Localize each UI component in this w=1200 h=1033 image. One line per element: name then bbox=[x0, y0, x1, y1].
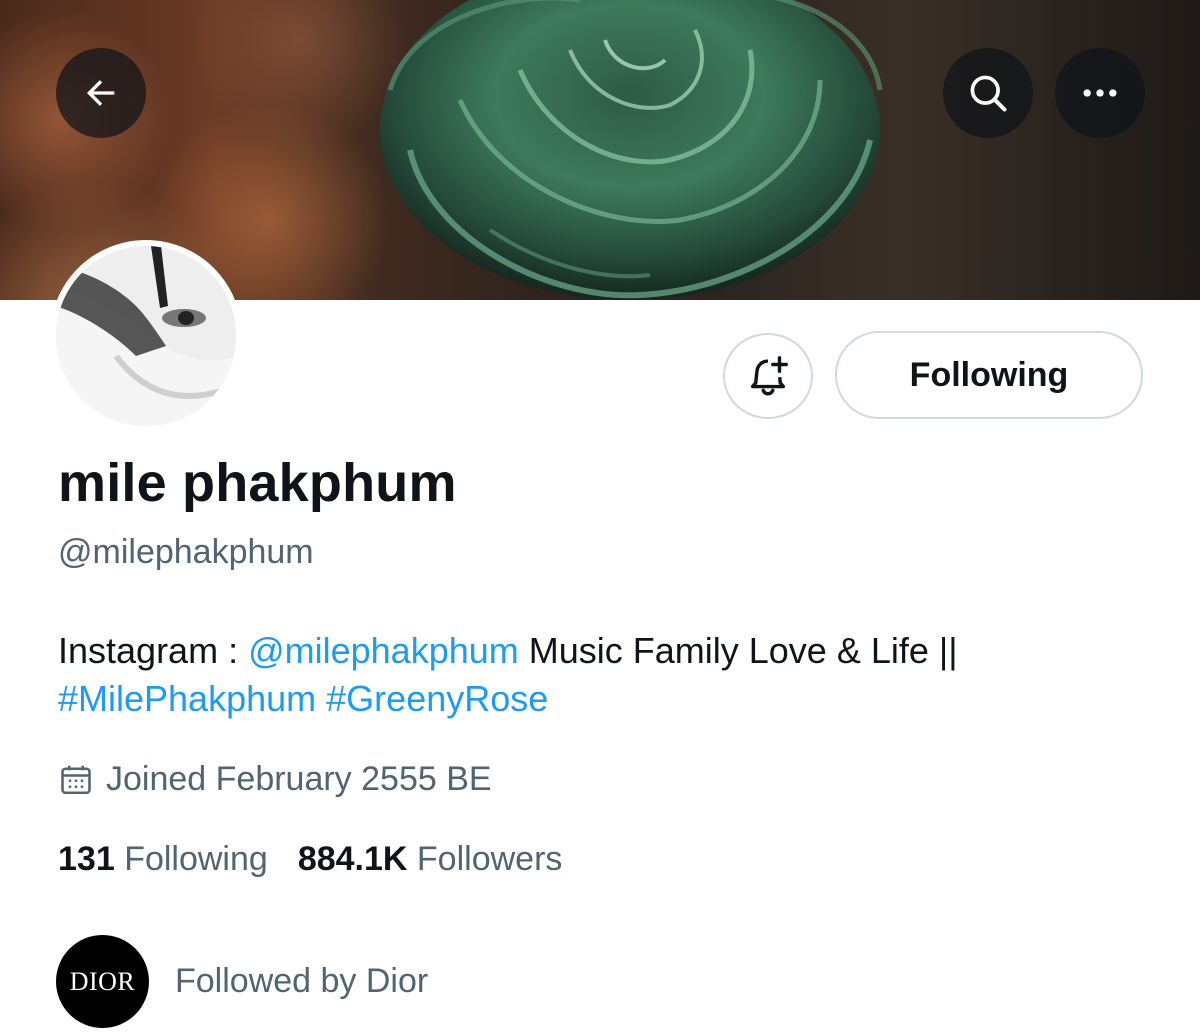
bio-space bbox=[316, 678, 326, 719]
user-handle: @milephakphum bbox=[58, 533, 314, 571]
green-rose-image bbox=[380, 0, 883, 300]
following-count: 131 bbox=[58, 840, 115, 878]
search-button[interactable] bbox=[943, 48, 1033, 138]
more-button[interactable] bbox=[1055, 48, 1145, 138]
joined-text: Joined February 2555 BE bbox=[106, 760, 492, 798]
display-name: mile phakphum bbox=[58, 453, 457, 513]
bio: Instagram : @milephakphum Music Family L… bbox=[58, 627, 1158, 723]
followers-label: Followers bbox=[416, 840, 563, 878]
bio-prefix: Instagram : bbox=[58, 630, 249, 671]
follow-stats: 131 Following 884.1K Followers bbox=[58, 840, 592, 879]
search-icon bbox=[970, 75, 1007, 112]
dior-avatar[interactable]: DIOR bbox=[56, 935, 149, 1028]
followed-by[interactable]: DIOR Followed by Dior bbox=[56, 935, 428, 1028]
notifications-button[interactable] bbox=[723, 333, 813, 419]
avatar[interactable] bbox=[50, 240, 242, 432]
bio-mention-link[interactable]: @milephakphum bbox=[248, 630, 519, 671]
more-horizontal-icon bbox=[1083, 89, 1117, 97]
followers-stat-link[interactable]: 884.1K Followers bbox=[298, 840, 563, 879]
bell-plus-icon bbox=[750, 356, 788, 396]
following-stat-link[interactable]: 131 Following bbox=[58, 840, 268, 879]
back-button[interactable] bbox=[56, 48, 146, 138]
followed-by-text: Followed by Dior bbox=[175, 962, 429, 1000]
avatar-image bbox=[56, 246, 236, 426]
followers-count: 884.1K bbox=[297, 840, 408, 878]
following-label: Following bbox=[124, 840, 268, 878]
following-button[interactable]: Following bbox=[835, 331, 1143, 419]
bio-text: Music Family Love & Life || bbox=[518, 630, 958, 671]
joined-date: Joined February 2555 BE bbox=[58, 760, 492, 799]
bio-hashtag-link[interactable]: #GreenyRose bbox=[326, 678, 548, 719]
arrow-left-icon bbox=[86, 80, 115, 106]
bio-hashtag-link[interactable]: #MilePhakphum bbox=[58, 678, 316, 719]
calendar-icon bbox=[61, 765, 91, 794]
